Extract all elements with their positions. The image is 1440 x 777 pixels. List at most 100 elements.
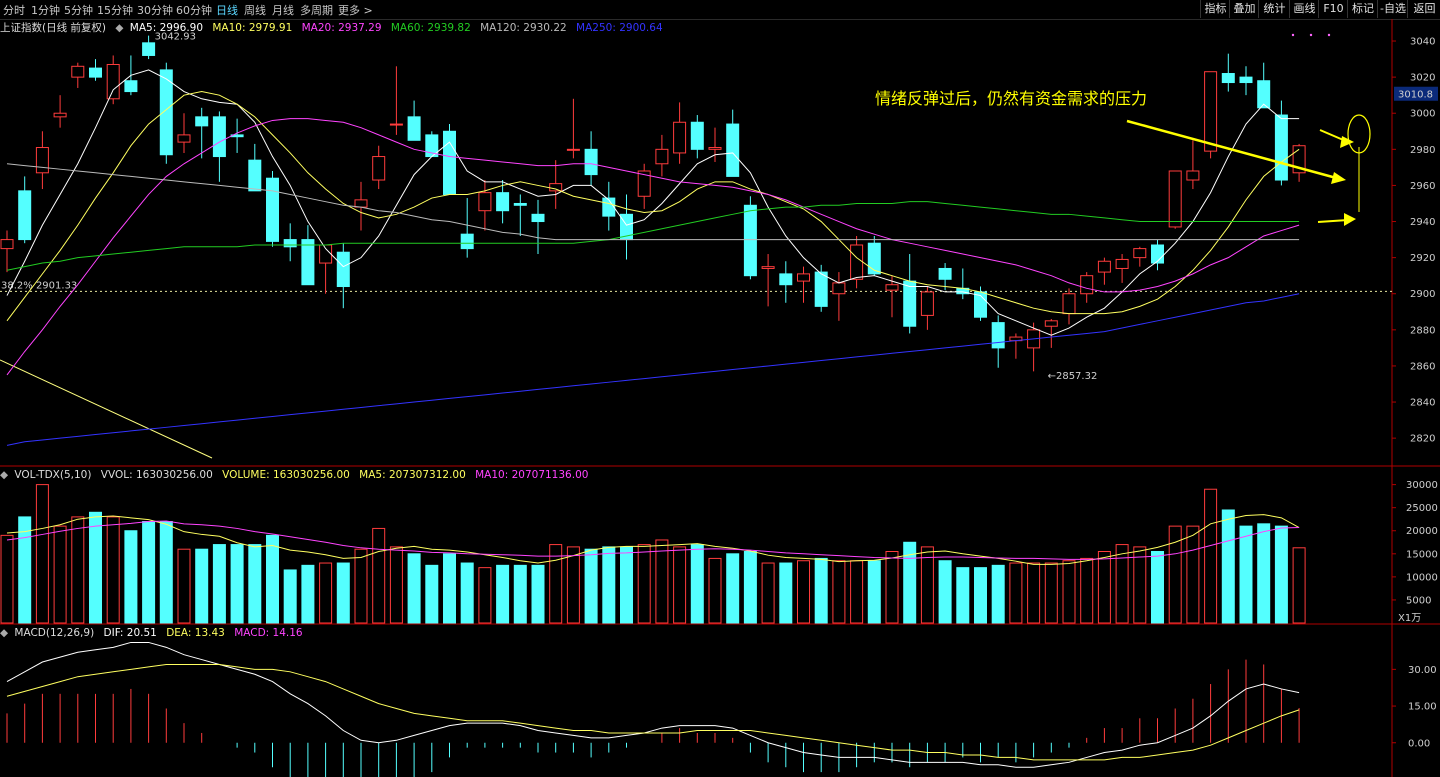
period-tab[interactable]: 5分钟 <box>64 2 93 18</box>
volume-bar <box>1221 509 1235 624</box>
volume-bar <box>850 560 864 624</box>
settings-icon[interactable]: ◆ <box>0 627 8 639</box>
candle-body <box>1204 71 1218 152</box>
period-tab[interactable]: 周线 <box>244 2 266 18</box>
toolbar-button[interactable]: 叠加 <box>1229 0 1259 18</box>
volume-bar <box>673 546 687 624</box>
toolbar-button[interactable]: 统计 <box>1258 0 1290 18</box>
period-tab[interactable]: 更多 > <box>338 2 373 18</box>
volume-bar <box>301 564 315 624</box>
toolbar-button[interactable]: F10 <box>1318 0 1348 18</box>
marker-dot <box>1291 33 1295 37</box>
volume-bar <box>903 541 917 624</box>
period-tab[interactable]: 月线 <box>272 2 294 18</box>
ma20-line <box>6 118 1300 376</box>
annotation-note: 情绪反弹过后，仍然有资金需求的压力 <box>875 89 1147 108</box>
y-tick-label: 10000 <box>1406 572 1438 583</box>
period-tab[interactable]: 分时 <box>3 2 25 18</box>
candle-body <box>602 197 616 217</box>
ma60-value: MA60: 2939.82 <box>390 22 471 34</box>
candle-body <box>0 239 14 250</box>
period-tab[interactable]: 日线 <box>216 2 238 18</box>
candle-body <box>584 148 598 176</box>
candle-body <box>850 244 864 280</box>
candle-body <box>389 123 403 126</box>
volume-bar <box>106 516 120 624</box>
volume-bar <box>1292 547 1306 624</box>
volume-bar <box>443 553 456 624</box>
settings-icon[interactable]: ◆ <box>115 22 123 34</box>
candle-body <box>1292 145 1306 174</box>
candle-body <box>283 239 297 248</box>
volume-bar <box>124 530 138 624</box>
macd-value: MACD: 14.16 <box>234 627 303 639</box>
y-tick-label: 2820 <box>1410 434 1435 445</box>
y-tick-label: 3020 <box>1410 73 1435 84</box>
volume-bar <box>372 527 386 624</box>
volume-bar <box>1080 557 1094 624</box>
candle-body <box>797 273 810 282</box>
candle-body <box>443 130 456 195</box>
candle-body <box>460 233 474 250</box>
settings-icon[interactable]: ◆ <box>0 469 8 481</box>
macd-legend: ◆ MACD(12,26,9) DIF: 20.51 DEA: 13.43 MA… <box>0 627 309 639</box>
period-tab[interactable]: 15分钟 <box>97 2 133 18</box>
volume-bar <box>159 521 173 624</box>
volume-bar <box>195 548 209 624</box>
dif-value: DIF: 20.51 <box>103 627 157 639</box>
ma60-line <box>6 201 1300 271</box>
volume-bar <box>425 564 439 624</box>
candle-body <box>991 322 1005 349</box>
candle-body <box>867 242 881 275</box>
volume-bar <box>336 562 350 624</box>
toolbar-button[interactable]: 画线 <box>1289 0 1319 18</box>
candle-body <box>177 134 191 143</box>
y-tick-label: 2900 <box>1410 289 1435 300</box>
candle-body <box>53 112 67 118</box>
period-tab[interactable]: 多周期 <box>300 2 333 18</box>
arrow-head <box>1344 213 1356 226</box>
low-label: ←2857.32 <box>1048 371 1098 382</box>
toolbar-button[interactable]: 返回 <box>1407 0 1440 18</box>
candle-body <box>354 199 368 208</box>
ma10-line <box>6 91 1300 322</box>
volume-bar <box>71 516 85 624</box>
period-tab[interactable]: 30分钟 <box>137 2 173 18</box>
annotation-arrow <box>1317 219 1349 223</box>
kline-chart[interactable]: 2820 2840 2860 2880 2900 2920 2940 2960 2980 3000… <box>0 0 1440 777</box>
volume-bar <box>212 544 226 624</box>
candle-body <box>248 159 262 192</box>
candle-body <box>566 148 580 151</box>
candle-body <box>1062 293 1076 315</box>
period-tab[interactable]: 60分钟 <box>176 2 212 18</box>
candle-body <box>1186 170 1200 181</box>
trend-line <box>0 359 213 459</box>
volume-bar <box>620 546 633 624</box>
y-tick-label: 5000 <box>1406 595 1431 606</box>
volume-bar <box>761 562 775 624</box>
candle-body <box>496 192 510 212</box>
volume-bar <box>230 544 244 624</box>
candle-body <box>372 156 386 181</box>
period-tab[interactable]: 1分钟 <box>31 2 60 18</box>
candle-body <box>708 147 722 150</box>
toolbar-button[interactable]: 指标 <box>1200 0 1230 18</box>
candle-body <box>1239 76 1253 84</box>
volume-bar <box>478 567 492 624</box>
candle-body <box>1168 170 1182 228</box>
volume-bar <box>974 567 987 624</box>
volume-bar <box>1151 551 1164 624</box>
candle-body <box>301 239 315 286</box>
candle-body <box>71 65 85 78</box>
volume-bar <box>867 560 881 624</box>
candle-body <box>212 116 226 158</box>
volume-bar <box>177 548 191 624</box>
volume-bar <box>389 546 403 624</box>
dea-value: DEA: 13.43 <box>166 627 225 639</box>
volume-bar <box>53 525 67 624</box>
y-tick-label: 0.00 <box>1408 738 1430 749</box>
toolbar-button[interactable]: 标记 <box>1347 0 1378 18</box>
toolbar-button[interactable]: -自选 <box>1377 0 1408 18</box>
volume-bar <box>248 544 262 624</box>
volume-bar <box>283 569 297 624</box>
